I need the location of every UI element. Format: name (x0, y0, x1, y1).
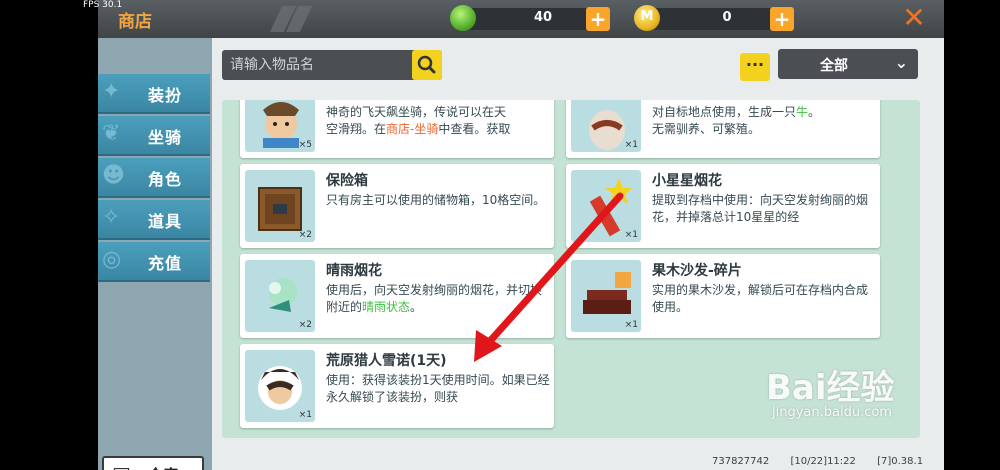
search-bar (222, 50, 442, 80)
item-description: 使用后，向天空发射绚丽的烟花，并切换附近的晴雨状态。 (326, 283, 543, 314)
item-quantity: ×2 (298, 230, 312, 240)
server-time: [10/22]11:22 (790, 456, 856, 467)
item-description: 使用：获得该装扮1天使用时间。如果已经永久解锁了该装扮，则获 (326, 373, 550, 404)
player-id: 737827742 (712, 456, 770, 467)
mount-icon: ❦ (102, 121, 121, 146)
watermark-main: Bai经验 (766, 368, 895, 408)
recharge-icon: ◎ (102, 247, 122, 272)
category-sidebar: ✦ 装扮 ❦ 坐骑 ☻ 角色 ✧ 道具 ◎ 充值 ▣ 仓库 (98, 38, 212, 470)
search-icon (417, 55, 436, 74)
sidebar-item-outfit[interactable]: ✦ 装扮 (98, 74, 210, 114)
filter-selected: 全部 (820, 58, 848, 74)
gem-value: 40 (533, 10, 553, 25)
item-card-rain-firework[interactable]: ×2 晴雨烟花 使用后，向天空发射绚丽的烟花，并切换附近的晴雨状态。 (240, 254, 554, 338)
page-title: 商店 (118, 12, 152, 32)
coin-icon: M (634, 5, 660, 31)
sidebar-item-item[interactable]: ✧ 道具 (98, 200, 210, 240)
search-button[interactable] (412, 50, 442, 80)
gem-balance: 40 + (450, 5, 610, 31)
coin-balance: M 0 + (634, 5, 794, 31)
add-gem-button[interactable]: + (586, 7, 610, 31)
warehouse-button[interactable]: ▣ 仓库 (102, 456, 204, 470)
item-description: 对自标地点使用，生成一只牛。 无需驯养、可繁殖。 (652, 105, 821, 136)
star-firework-thumb: ×1 (571, 170, 641, 242)
safe-thumb: ×2 (245, 170, 315, 242)
outfit-thumb: ×1 (245, 350, 315, 422)
add-coin-button[interactable]: + (770, 7, 794, 31)
chest-icon: ▣ (112, 462, 131, 470)
item-icon: ✧ (102, 205, 121, 230)
top-bar: 商店 40 + M 0 + ✕ (98, 0, 944, 38)
baidu-watermark: Bai经验 jingyan.baidu.com (766, 360, 895, 420)
item-quantity: ×2 (298, 320, 312, 330)
sidebar-item-label: 道具 (148, 212, 183, 231)
sidebar-item-character[interactable]: ☻ 角色 (98, 158, 210, 198)
mount-thumb: ×5 (245, 100, 315, 152)
sofa-thumb: ×1 (571, 260, 641, 332)
warehouse-label: 仓库 (148, 464, 178, 470)
item-description: 神奇的飞天飙坐骑，传说可以在天 空滑翔。在商店-坐骑中查看。获取 (326, 105, 511, 136)
sidebar-item-label: 角色 (148, 170, 183, 189)
item-quantity: ×1 (624, 230, 638, 240)
sidebar-item-label: 充值 (148, 254, 183, 273)
sidebar-item-label: 装扮 (148, 86, 183, 105)
item-quantity: ×5 (298, 140, 312, 150)
item-quantity: ×1 (624, 140, 638, 150)
item-title: 保险箱 (326, 173, 368, 189)
category-filter-dropdown[interactable]: 全部 ⌄ (778, 49, 918, 79)
chevron-down-icon: ⌄ (894, 53, 908, 72)
item-card-mount[interactable]: ×5 神奇的飞天飙坐骑，传说可以在天 空滑翔。在商店-坐骑中查看。获取 (240, 100, 554, 158)
coin-value: 0 (722, 10, 732, 25)
item-title: 晴雨烟花 (326, 263, 382, 279)
close-icon[interactable]: ✕ (900, 4, 928, 32)
sidebar-item-label: 坐骑 (148, 128, 183, 147)
item-description: 只有房主可以使用的储物箱，10格空间。 (326, 193, 546, 207)
item-card-safe[interactable]: ×2 保险箱 只有房主可以使用的储物箱，10格空间。 (240, 164, 554, 248)
item-title: 果木沙发-碎片 (652, 263, 742, 279)
fps-counter: FPS 30.1 (83, 0, 123, 10)
rain-firework-thumb: ×2 (245, 260, 315, 332)
outfit-icon: ✦ (102, 79, 121, 104)
sidebar-item-recharge[interactable]: ◎ 充值 (98, 242, 210, 282)
item-quantity: ×1 (298, 410, 312, 420)
item-card-outfit-hunter[interactable]: ×1 荒原猎人雪诺(1天) 使用：获得该装扮1天使用时间。如果已经永久解锁了该装… (240, 344, 554, 428)
item-quantity: ×1 (624, 320, 638, 330)
item-card-star-firework[interactable]: ×1 小星星烟花 提取到存档中使用：向天空发射绚丽的烟花，并掉落总计10星星的经 (566, 164, 880, 248)
item-description: 提取到存档中使用：向天空发射绚丽的烟花，并掉落总计10星星的经 (652, 193, 869, 224)
item-card-cow-egg[interactable]: ×1 对自标地点使用，生成一只牛。 无需驯养、可繁殖。 (566, 100, 880, 158)
game-version: [7]0.38.1 (877, 456, 924, 467)
item-description: 实用的果木沙发，解锁后可在存档内合成使用。 (652, 283, 869, 314)
more-button[interactable]: ··· (740, 53, 770, 81)
cow-egg-thumb: ×1 (571, 100, 641, 152)
watermark-url: jingyan.baidu.com (772, 405, 892, 420)
character-icon: ☻ (102, 163, 125, 188)
search-input[interactable] (222, 50, 408, 80)
item-title: 荒原猎人雪诺(1天) (326, 353, 447, 369)
sidebar-item-mount[interactable]: ❦ 坐骑 (98, 116, 210, 156)
gem-icon (450, 5, 476, 31)
status-footer: 737827742 [10/22]11:22 [7]0.38.1 (712, 456, 941, 467)
item-title: 小星星烟花 (652, 173, 722, 189)
item-card-sofa-fragment[interactable]: ×1 果木沙发-碎片 实用的果木沙发，解锁后可在存档内合成使用。 (566, 254, 880, 338)
